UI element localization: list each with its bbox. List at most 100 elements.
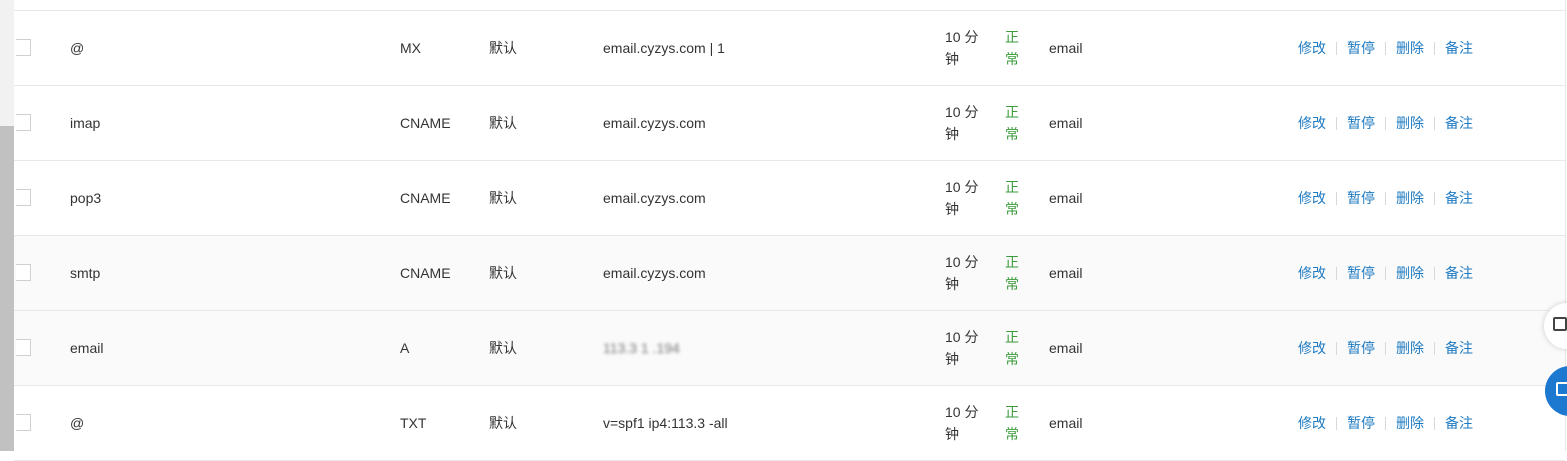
status-line-2: 常: [1005, 126, 1019, 142]
type-cell: CNAME: [400, 115, 451, 131]
pause-link[interactable]: 暂停: [1347, 38, 1375, 58]
status-cell: 正 常: [1005, 86, 1019, 160]
left-scrollbar[interactable]: [0, 0, 14, 451]
type-cell: A: [400, 340, 410, 356]
line-cell: 默认: [489, 265, 517, 281]
status-cell: 正 常: [1005, 236, 1019, 310]
edit-link[interactable]: 修改: [1298, 38, 1326, 58]
remark-cell: email: [1049, 115, 1083, 131]
separator: [1434, 116, 1435, 130]
pause-link[interactable]: 暂停: [1347, 338, 1375, 358]
status-line-2: 常: [1005, 51, 1019, 67]
status-line-1: 正: [1005, 254, 1019, 270]
ttl-cell: 10 分 钟: [945, 11, 978, 85]
delete-link[interactable]: 删除: [1396, 38, 1424, 58]
row-checkbox[interactable]: [16, 114, 31, 131]
status-line-1: 正: [1005, 104, 1019, 120]
separator: [1434, 41, 1435, 55]
feedback-icon: [1553, 317, 1567, 331]
line-cell: 默认: [489, 340, 517, 356]
status-cell: 正 常: [1005, 311, 1019, 385]
separator: [1336, 341, 1337, 355]
ttl-cell: 10 分 钟: [945, 236, 978, 310]
status-line-1: 正: [1005, 29, 1019, 45]
delete-link[interactable]: 删除: [1396, 263, 1424, 283]
note-link[interactable]: 备注: [1445, 113, 1473, 133]
row-checkbox[interactable]: [16, 264, 31, 281]
row-checkbox[interactable]: [16, 39, 31, 56]
ttl-line-2: 钟: [945, 201, 959, 217]
table-row: email A 默认 113.3 1 .194 10 分 钟 正 常 email…: [14, 311, 1565, 386]
table-row: smtp CNAME 默认 email.cyzys.com 10 分 钟 正 常…: [14, 236, 1565, 311]
ttl-cell: 10 分 钟: [945, 386, 978, 460]
edit-link[interactable]: 修改: [1298, 338, 1326, 358]
row-actions: 修改 暂停 删除 备注: [1298, 311, 1473, 385]
ttl-cell: 10 分 钟: [945, 311, 978, 385]
status-line-1: 正: [1005, 179, 1019, 195]
type-cell: CNAME: [400, 265, 451, 281]
delete-link[interactable]: 删除: [1396, 338, 1424, 358]
ttl-cell: 10 分 钟: [945, 86, 978, 160]
remark-cell: email: [1049, 40, 1083, 56]
status-line-2: 常: [1005, 201, 1019, 217]
separator: [1336, 116, 1337, 130]
status-line-1: 正: [1005, 404, 1019, 420]
pause-link[interactable]: 暂停: [1347, 188, 1375, 208]
line-cell: 默认: [489, 40, 517, 56]
remark-cell: email: [1049, 340, 1083, 356]
scrollbar-thumb[interactable]: [0, 126, 14, 451]
line-cell: 默认: [489, 115, 517, 131]
ttl-line-1: 10 分: [945, 329, 979, 345]
ttl-line-2: 钟: [945, 351, 959, 367]
delete-link[interactable]: 删除: [1396, 113, 1424, 133]
remark-cell: email: [1049, 190, 1083, 206]
row-actions: 修改 暂停 删除 备注: [1298, 386, 1473, 460]
pause-link[interactable]: 暂停: [1347, 263, 1375, 283]
ttl-line-1: 10 分: [945, 404, 979, 420]
delete-link[interactable]: 删除: [1396, 413, 1424, 433]
edit-link[interactable]: 修改: [1298, 113, 1326, 133]
separator: [1434, 191, 1435, 205]
note-link[interactable]: 备注: [1445, 188, 1473, 208]
delete-link[interactable]: 删除: [1396, 188, 1424, 208]
host-cell: email: [70, 340, 104, 356]
ttl-line-1: 10 分: [945, 179, 979, 195]
row-checkbox[interactable]: [16, 189, 31, 206]
row-actions: 修改 暂停 删除 备注: [1298, 161, 1473, 235]
pause-link[interactable]: 暂停: [1347, 413, 1375, 433]
ttl-line-2: 钟: [945, 126, 959, 142]
dns-records-table: @ MX 默认 email.cyzys.com | 1 10 分 钟 正 常 e…: [14, 0, 1566, 461]
pause-link[interactable]: 暂停: [1347, 113, 1375, 133]
table-row: pop3 CNAME 默认 email.cyzys.com 10 分 钟 正 常…: [14, 161, 1565, 236]
row-actions: 修改 暂停 删除 备注: [1298, 11, 1473, 85]
separator: [1385, 341, 1386, 355]
status-line-1: 正: [1005, 329, 1019, 345]
separator: [1385, 416, 1386, 430]
host-cell: pop3: [70, 190, 102, 206]
host-cell: @: [70, 415, 85, 431]
host-cell: imap: [70, 115, 101, 131]
edit-link[interactable]: 修改: [1298, 413, 1326, 433]
status-cell: 正 常: [1005, 386, 1019, 460]
note-link[interactable]: 备注: [1445, 263, 1473, 283]
line-cell: 默认: [489, 190, 517, 206]
host-cell: @: [70, 40, 85, 56]
row-checkbox[interactable]: [16, 339, 31, 356]
remark-cell: email: [1049, 265, 1083, 281]
note-link[interactable]: 备注: [1445, 338, 1473, 358]
edit-link[interactable]: 修改: [1298, 263, 1326, 283]
separator: [1336, 191, 1337, 205]
edit-link[interactable]: 修改: [1298, 188, 1326, 208]
status-cell: 正 常: [1005, 11, 1019, 85]
ttl-line-1: 10 分: [945, 29, 979, 45]
note-link[interactable]: 备注: [1445, 38, 1473, 58]
status-line-2: 常: [1005, 276, 1019, 292]
row-checkbox[interactable]: [16, 414, 31, 431]
grid-icon: [1556, 382, 1567, 396]
separator: [1434, 416, 1435, 430]
remark-cell: email: [1049, 415, 1083, 431]
value-cell: 113.3 1 .194: [603, 340, 680, 356]
note-link[interactable]: 备注: [1445, 413, 1473, 433]
separator: [1336, 266, 1337, 280]
table-row: imap CNAME 默认 email.cyzys.com 10 分 钟 正 常…: [14, 86, 1565, 161]
